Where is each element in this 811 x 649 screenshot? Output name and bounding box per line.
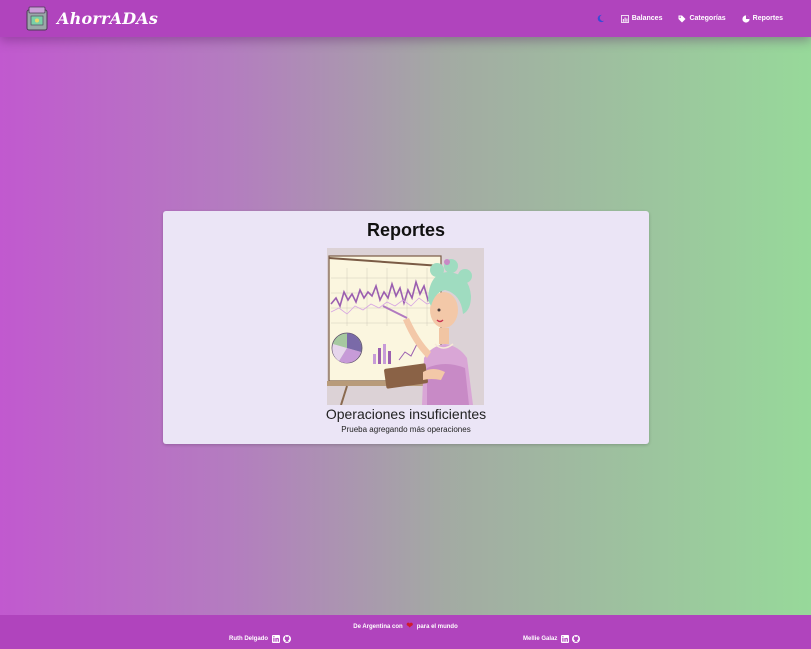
empty-state-title: Operaciones insuficientes [325,406,487,422]
navbar: AhorrADAs Balances Categorías Reportes [0,0,811,37]
heart-icon: ❤ [406,621,414,630]
wallet-logo-icon [26,6,48,30]
nav-menu: Balances Categorías Reportes [596,0,783,37]
author-mellie: Mellie Galaz [523,635,583,643]
nav-item-reportes[interactable]: Reportes [742,14,783,23]
github-icon[interactable] [283,635,291,643]
footer-suffix: para el mundo [416,624,458,630]
author-name: Mellie Galaz [523,636,558,642]
author-name: Ruth Delgado [229,636,268,642]
linkedin-icon[interactable] [561,635,570,643]
footer: De Argentina con ❤ para el mundo Ruth De… [0,615,811,649]
brand-link[interactable]: AhorrADAs [24,4,158,34]
nav-item-balances[interactable]: Balances [620,14,663,23]
author-ruth: Ruth Delgado [229,635,294,643]
pie-chart-icon [742,14,750,23]
reports-card: Reportes Operaciones insuficientes Prueb… [163,211,649,444]
github-icon[interactable] [572,635,581,643]
nav-item-label: Balances [631,15,663,22]
page-title: Reportes [366,220,446,240]
app-name: AhorrADAs [57,9,159,28]
nav-item-categorias[interactable]: Categorías [678,15,726,23]
chart-icon [620,14,629,23]
nav-item-label: Reportes [752,15,783,22]
nav-item-label: Categorías [689,15,726,22]
empty-state-subtitle: Prueba agregando más operaciones [341,425,471,434]
moon-icon[interactable] [596,14,605,23]
footer-prefix: De Argentina con [353,624,403,630]
tag-icon [678,15,686,22]
linkedin-icon[interactable] [272,635,280,643]
footer-tagline: De Argentina con ❤ para el mundo [0,621,811,630]
presenter-illustration [327,248,484,405]
